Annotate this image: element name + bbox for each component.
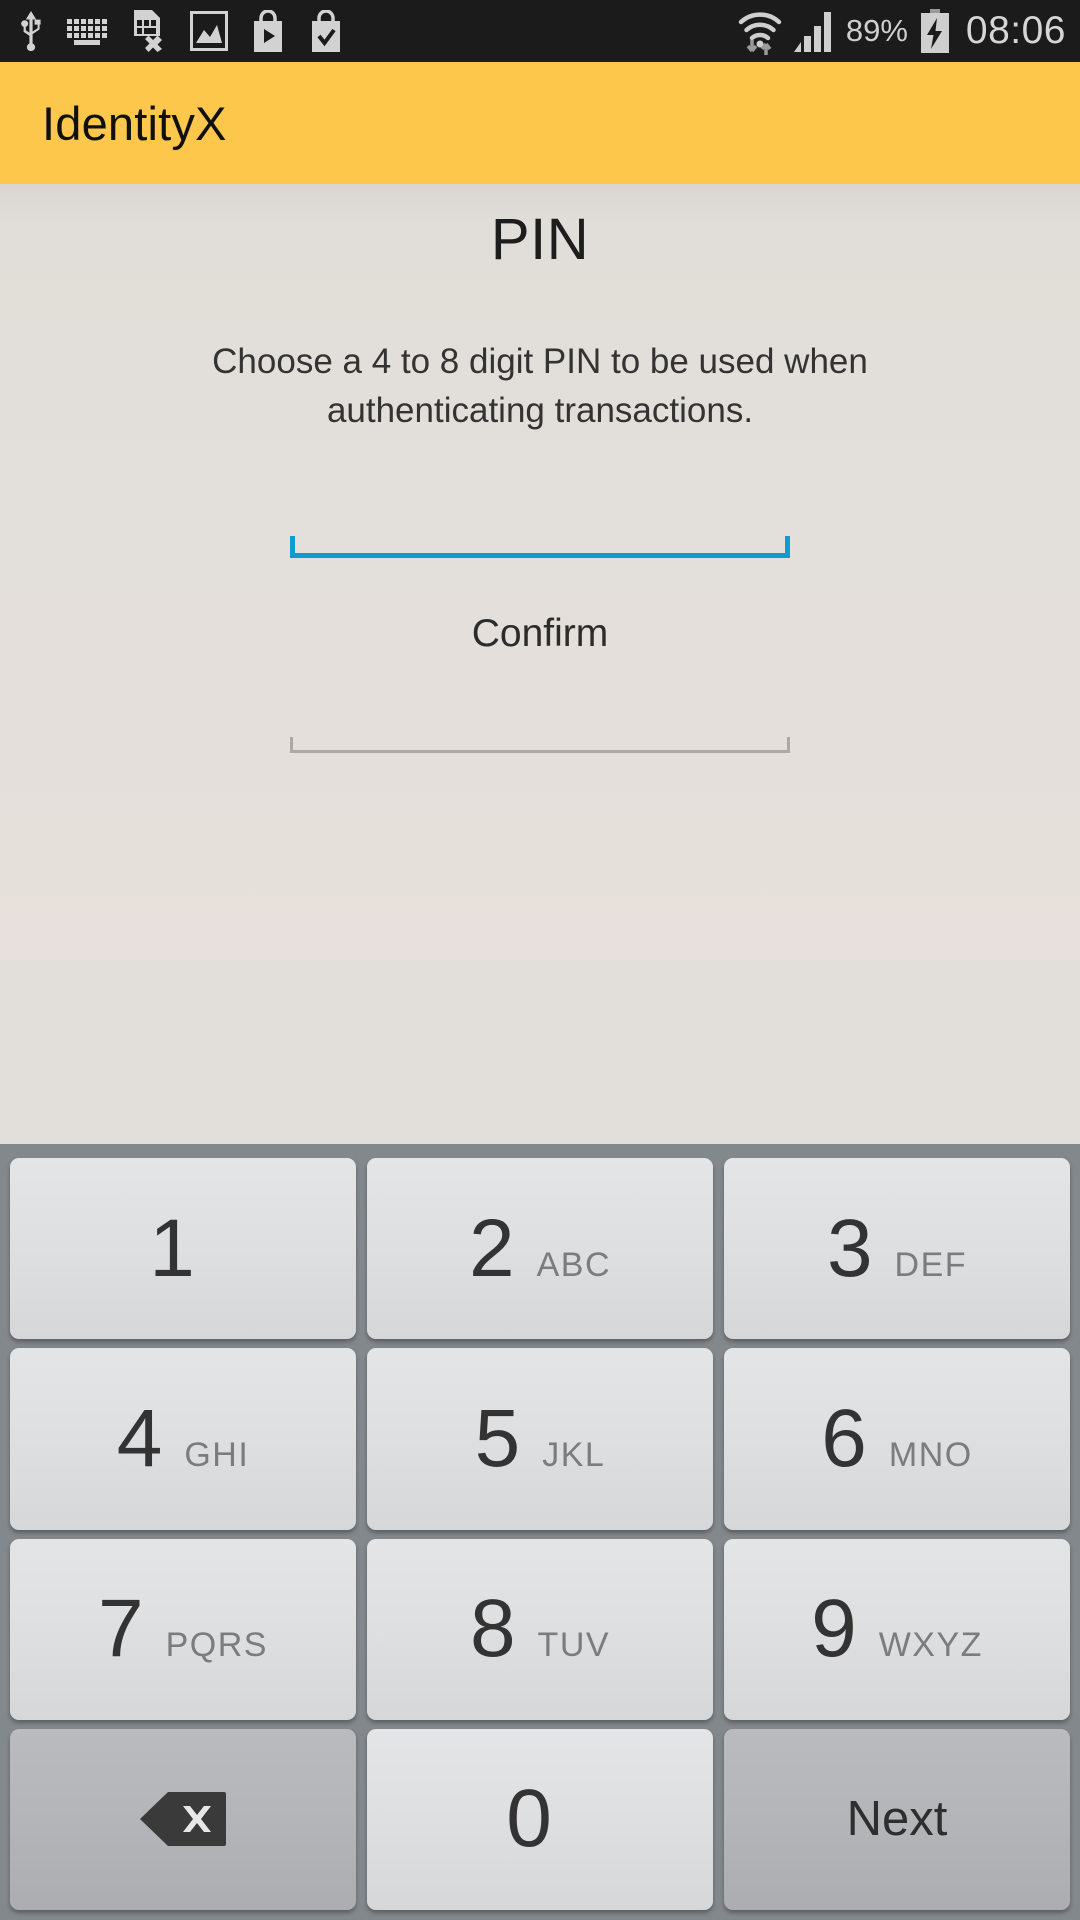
key-5-digit: 5 [474,1392,521,1484]
page-title: PIN [490,207,590,272]
key-3-digit: 3 [826,1202,873,1294]
key-8-letters: TUV [537,1626,611,1665]
app-bar: IdentityX [0,62,1080,184]
battery-percent-label: 89% [845,13,908,48]
keypad-row: 7 PQRS 8 TUV 9 WXYZ [10,1538,1070,1720]
confirm-field-row [0,719,1080,753]
key-next-label: Next [846,1792,948,1847]
key-9-letters: WXYZ [878,1626,983,1665]
main-content: PIN Choose a 4 to 8 digit PIN to be used… [0,184,1080,960]
key-7-letters: PQRS [165,1626,268,1665]
app-title: IdentityX [42,96,227,150]
status-bar-left-icons [18,10,344,52]
key-9[interactable]: 9 WXYZ [724,1538,1070,1720]
pin-input[interactable] [290,524,790,558]
screenshot-icon [190,11,228,51]
keypad-row: 0 Next [10,1728,1070,1910]
key-0-digit: 0 [506,1773,552,1865]
key-6-digit: 6 [821,1392,867,1484]
wifi-signal-icon [738,12,782,55]
key-2-digit: 2 [468,1202,515,1294]
key-1[interactable]: 1 [10,1158,356,1340]
pin-field-row [0,524,1080,558]
status-bar-right-icons: 89% 08:06 [738,7,1066,55]
key-3-letters: DEF [894,1245,968,1284]
pin-underline-right-tick [785,536,790,558]
key-5[interactable]: 5 JKL [367,1348,713,1530]
confirm-label: Confirm [471,612,609,655]
clock-label: 08:06 [965,9,1066,52]
confirm-underline [290,750,790,753]
status-bar[interactable]: 89% 08:06 [0,0,1080,62]
key-0[interactable]: 0 [367,1728,713,1910]
instructions-text: Choose a 4 to 8 digit PIN to be used whe… [212,342,868,430]
key-2[interactable]: 2 ABC [367,1158,713,1340]
key-9-digit: 9 [811,1583,857,1675]
key-6[interactable]: 6 MNO [724,1348,1070,1530]
keypad-row: 1 2 ABC 3 DEF [10,1158,1070,1340]
key-4-digit: 4 [116,1392,163,1484]
key-8-digit: 8 [469,1583,516,1675]
battery-charging-icon [920,9,949,53]
numeric-keypad[interactable]: 1 2 ABC 3 DEF 4 GHI 5 JKL 6 MNO 7 PQRS 8… [0,1144,1080,1920]
key-2-letters: ABC [536,1245,612,1284]
key-8[interactable]: 8 TUV [367,1538,713,1720]
cellular-signal-icon [793,12,831,52]
app-installed-icon [312,10,340,52]
keypad-row: 4 GHI 5 JKL 6 MNO [10,1348,1070,1530]
key-backspace[interactable] [10,1728,356,1910]
play-store-icon [254,10,282,52]
key-4-letters: GHI [184,1435,250,1474]
keyboard-icon [67,19,107,45]
key-7[interactable]: 7 PQRS [10,1538,356,1720]
usb-icon [21,11,41,51]
key-6-letters: MNO [888,1435,973,1474]
confirm-pin-input[interactable] [290,719,790,753]
key-next[interactable]: Next [724,1728,1070,1910]
key-3[interactable]: 3 DEF [724,1158,1070,1340]
key-7-digit: 7 [98,1583,144,1675]
key-4[interactable]: 4 GHI [10,1348,356,1530]
key-1-digit: 1 [149,1202,195,1294]
pin-underline [290,553,790,558]
sim-error-icon [134,10,162,52]
key-5-letters: JKL [542,1435,606,1474]
backspace-icon [140,1792,226,1847]
confirm-underline-right-tick [787,737,790,753]
